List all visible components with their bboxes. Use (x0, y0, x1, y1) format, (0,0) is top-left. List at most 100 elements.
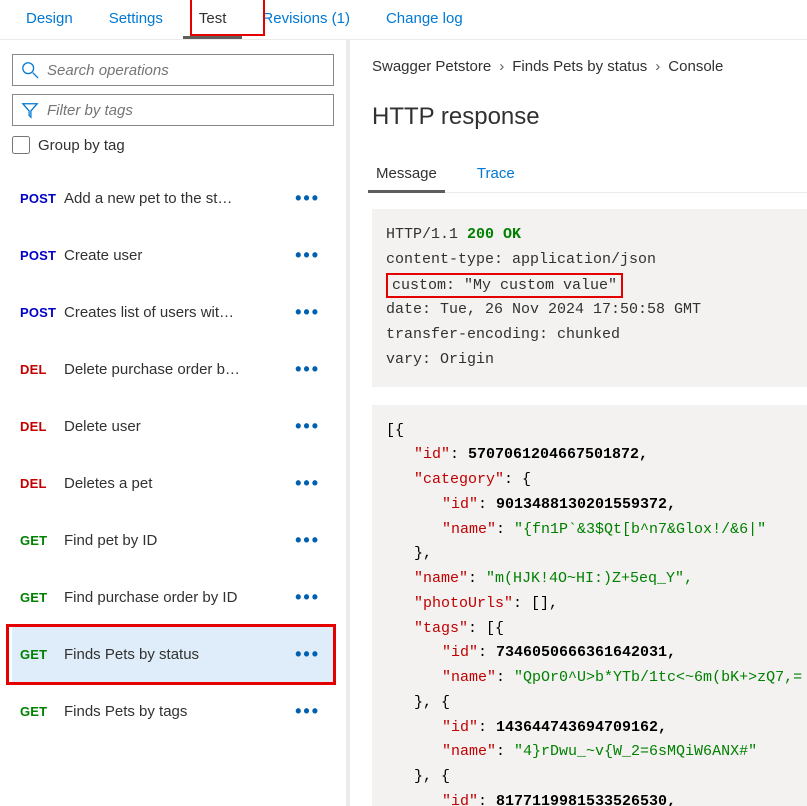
response-tabs: Message Trace (372, 157, 807, 193)
resp-tab-message[interactable]: Message (372, 157, 441, 192)
json-key: "id" (442, 644, 478, 661)
json-key: "name" (414, 570, 468, 587)
json-punc: }, (414, 545, 432, 562)
filter-icon (21, 101, 39, 119)
breadcrumb-root[interactable]: Swagger Petstore (372, 58, 491, 75)
json-punc: : { (504, 471, 531, 488)
json-key: "name" (442, 743, 496, 760)
operation-label: Delete purchase order b… (64, 361, 295, 378)
json-key: "category" (414, 471, 504, 488)
hdr-vary: vary: Origin (386, 351, 494, 368)
json-key: "id" (414, 446, 450, 463)
operation-label: Delete user (64, 418, 295, 435)
tab-revisions[interactable]: Revisions (1) (244, 0, 368, 39)
json-key: "id" (442, 719, 478, 736)
group-by-tag-label: Group by tag (38, 137, 125, 154)
json-value: : [{ (468, 620, 504, 637)
list-item[interactable]: DELDeletes a pet••• (12, 455, 334, 512)
right-panel: Swagger Petstore›Finds Pets by status›Co… (350, 40, 807, 806)
method-badge: GET (20, 704, 64, 719)
more-icon[interactable]: ••• (295, 245, 326, 266)
method-badge: POST (20, 305, 64, 320)
resp-tab-trace[interactable]: Trace (473, 157, 519, 192)
json-value: 5707061204667501872, (468, 446, 648, 463)
hdr-content-type: content-type: application/json (386, 251, 656, 268)
group-by-tag-checkbox[interactable] (12, 136, 30, 154)
more-icon[interactable]: ••• (295, 188, 326, 209)
operation-label: Finds Pets by tags (64, 703, 295, 720)
method-badge: GET (20, 647, 64, 662)
more-icon[interactable]: ••• (295, 473, 326, 494)
tab-settings[interactable]: Settings (91, 0, 181, 39)
hdr-date: date: Tue, 26 Nov 2024 17:50:58 GMT (386, 301, 701, 318)
response-body-block: [{ "id": 5707061204667501872, "category"… (372, 405, 807, 806)
json-key: "tags" (414, 620, 468, 637)
hdr-te: transfer-encoding: chunked (386, 326, 620, 343)
json-key: "name" (442, 521, 496, 538)
json-open: [{ (386, 422, 404, 439)
json-value: 143644743694709162, (496, 719, 667, 736)
operation-label: Add a new pet to the st… (64, 190, 295, 207)
json-value: 9013488130201559372, (496, 496, 676, 513)
search-icon (21, 61, 39, 79)
filter-tags-box[interactable] (12, 94, 334, 126)
operation-label: Find pet by ID (64, 532, 295, 549)
method-badge: DEL (20, 476, 64, 491)
operation-label: Create user (64, 247, 295, 264)
http-response-heading: HTTP response (372, 103, 807, 131)
group-by-tag-row[interactable]: Group by tag (12, 136, 334, 154)
operation-label: Creates list of users wit… (64, 304, 295, 321)
json-value: "{fn1P`&3$Qt[b^n7&Glox!/&6|" (514, 521, 766, 538)
method-badge: DEL (20, 419, 64, 434)
json-value: 7346050666361642031, (496, 644, 676, 661)
proto-text: HTTP/1.1 (386, 226, 467, 243)
json-value: "QpOr0^U>b*YTb/1tc<~6m(bK+>zQ7,= (514, 669, 802, 686)
tab-test[interactable]: Test (181, 0, 245, 39)
operation-label: Finds Pets by status (64, 646, 295, 663)
list-item[interactable]: GETFind purchase order by ID••• (12, 569, 334, 626)
json-value: : [], (513, 595, 558, 612)
search-operations-input[interactable] (47, 62, 325, 79)
left-panel: Group by tag POSTAdd a new pet to the st… (0, 40, 350, 806)
json-key: "photoUrls" (414, 595, 513, 612)
filter-tags-input[interactable] (47, 102, 325, 119)
method-badge: POST (20, 248, 64, 263)
more-icon[interactable]: ••• (295, 359, 326, 380)
list-item[interactable]: GETFinds Pets by status••• (12, 626, 334, 683)
tab-changelog[interactable]: Change log (368, 0, 481, 39)
more-icon[interactable]: ••• (295, 701, 326, 722)
more-icon[interactable]: ••• (295, 416, 326, 437)
breadcrumb: Swagger Petstore›Finds Pets by status›Co… (372, 58, 807, 75)
operation-label: Find purchase order by ID (64, 589, 295, 606)
list-item[interactable]: POSTAdd a new pet to the st…••• (12, 170, 334, 227)
list-item[interactable]: POSTCreate user••• (12, 227, 334, 284)
search-operations-box[interactable] (12, 54, 334, 86)
more-icon[interactable]: ••• (295, 530, 326, 551)
json-punc: }, { (414, 768, 450, 785)
json-key: "id" (442, 793, 478, 806)
json-key: "name" (442, 669, 496, 686)
json-key: "id" (442, 496, 478, 513)
json-value: "m(HJK!4O~HI:)Z+5eq_Y", (486, 570, 693, 587)
method-badge: GET (20, 533, 64, 548)
tab-design[interactable]: Design (8, 0, 91, 39)
operation-label: Deletes a pet (64, 475, 295, 492)
method-badge: DEL (20, 362, 64, 377)
method-badge: GET (20, 590, 64, 605)
breadcrumb-leaf: Console (668, 58, 723, 75)
status-ok: 200 OK (467, 226, 521, 243)
more-icon[interactable]: ••• (295, 302, 326, 323)
method-badge: POST (20, 191, 64, 206)
list-item[interactable]: GETFinds Pets by tags••• (12, 683, 334, 740)
hdr-custom: custom: "My custom value" (386, 273, 623, 299)
list-item[interactable]: DELDelete purchase order b…••• (12, 341, 334, 398)
more-icon[interactable]: ••• (295, 587, 326, 608)
list-item[interactable]: DELDelete user••• (12, 398, 334, 455)
top-tabs: Design Settings Test Revisions (1) Chang… (0, 0, 807, 40)
list-item[interactable]: GETFind pet by ID••• (12, 512, 334, 569)
json-value: "4}rDwu_~v{W_2=6sMQiW6ANX#" (514, 743, 757, 760)
breadcrumb-op[interactable]: Finds Pets by status (512, 58, 647, 75)
more-icon[interactable]: ••• (295, 644, 326, 665)
json-punc: }, { (414, 694, 450, 711)
list-item[interactable]: POSTCreates list of users wit…••• (12, 284, 334, 341)
